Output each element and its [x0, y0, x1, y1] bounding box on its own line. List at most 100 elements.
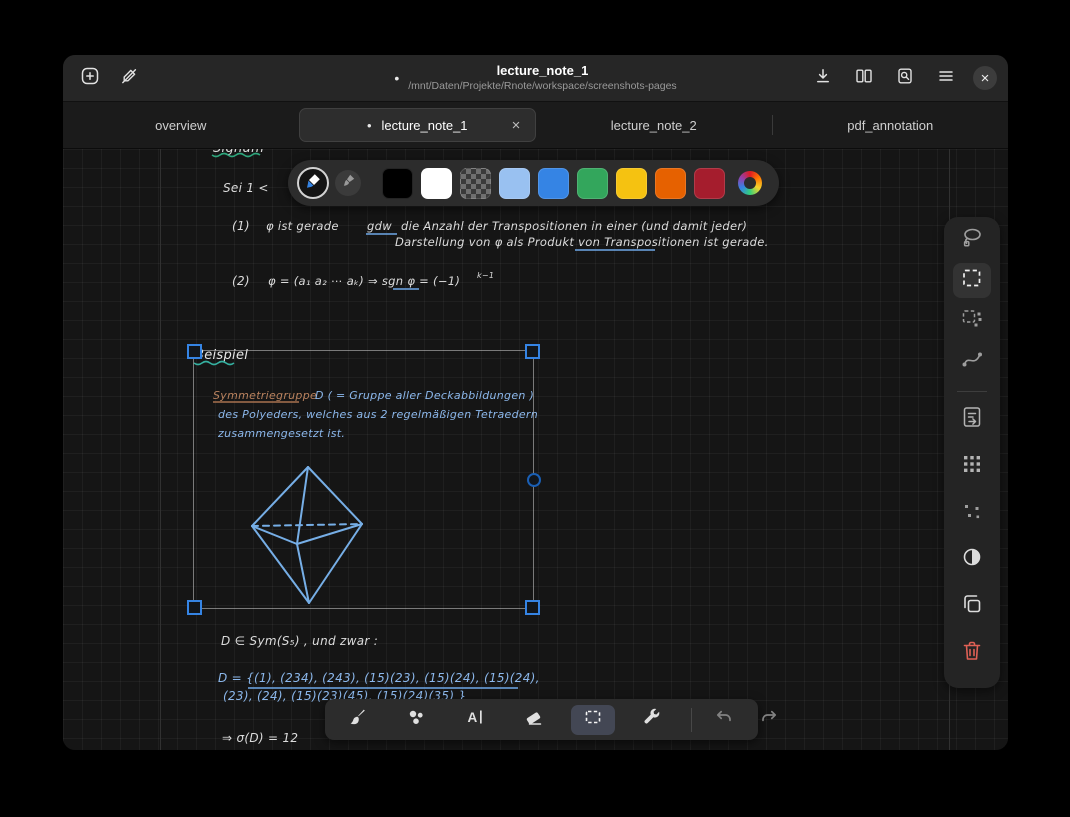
- invert-selection-colors-button[interactable]: [953, 543, 991, 578]
- sparse-dots-icon: [960, 499, 984, 528]
- hamburger-menu-icon: [937, 67, 955, 90]
- color-swatch-orange[interactable]: [655, 167, 686, 199]
- typewriter-icon: A: [465, 707, 485, 732]
- add-tab-icon: [81, 67, 99, 90]
- handwritten-note: Darstellung von φ als Produkt von Transp…: [395, 235, 769, 249]
- selector-tool-button[interactable]: [571, 704, 615, 735]
- shaper-tool-button[interactable]: [394, 705, 438, 735]
- titlebar-right-controls: ×: [809, 55, 997, 101]
- handwritten-note: Sei 1 <: [223, 181, 269, 195]
- handwritten-note: φ ist gerade: [266, 219, 339, 233]
- save-export-button[interactable]: [809, 64, 837, 92]
- color-swatch-light-blue[interactable]: [499, 167, 530, 199]
- shapes-dots-icon: [406, 707, 426, 732]
- invert-contrast-icon: [960, 545, 984, 574]
- tab-pdf-annotation[interactable]: pdf_annotation: [773, 102, 1009, 148]
- tools-tool-button[interactable]: [630, 705, 674, 735]
- selection-handle-bottom-right[interactable]: [525, 600, 540, 615]
- lasso-selector-button[interactable]: [953, 222, 991, 257]
- path-curve-icon: [960, 347, 984, 376]
- selection-tool-panel: [944, 217, 1000, 688]
- undo-button[interactable]: [709, 705, 739, 735]
- stroke-dots-icon: [960, 306, 984, 335]
- unsaved-changes-dot: •: [394, 70, 400, 86]
- pens-toolbar: A: [325, 699, 777, 740]
- tab-bar: overview • lecture_note_1 × lecture_note…: [63, 102, 1008, 149]
- tab-label: pdf_annotation: [847, 117, 934, 133]
- import-selection-button[interactable]: [953, 402, 991, 437]
- split-view-icon: [855, 67, 873, 90]
- color-swatch-red[interactable]: [694, 167, 725, 199]
- selector-dashed-rect-icon: [583, 707, 603, 732]
- new-tab-button[interactable]: [76, 64, 104, 92]
- color-swatch-white[interactable]: [421, 167, 452, 199]
- duplicate-icon: [960, 592, 984, 621]
- panel-divider: [957, 391, 987, 393]
- eraser-icon: [524, 707, 544, 732]
- drawing-canvas[interactable]: SignumSei 1 <(1)φ ist geradegdwdie Anzah…: [63, 149, 1008, 750]
- tab-label: overview: [155, 117, 207, 133]
- page-preview-icon: [896, 67, 914, 90]
- handwritten-note: (2): [232, 274, 250, 288]
- download-icon: [814, 67, 832, 90]
- color-swatch-yellow[interactable]: [616, 167, 647, 199]
- split-view-button[interactable]: [850, 64, 878, 92]
- stroke-color-button[interactable]: [297, 167, 329, 199]
- marker-pen-icon: [305, 172, 322, 194]
- wrench-icon: [642, 707, 662, 732]
- brush-icon: [341, 173, 356, 193]
- color-swatch-black[interactable]: [382, 167, 413, 199]
- pen-disabled-icon: [120, 67, 138, 90]
- tab-label: lecture_note_2: [610, 117, 697, 133]
- tab-close-button[interactable]: ×: [506, 115, 526, 135]
- selection-handle-bottom-left[interactable]: [187, 600, 202, 615]
- selection-box[interactable]: [187, 344, 541, 615]
- single-stroke-selector-button[interactable]: [953, 304, 991, 339]
- brush-pen-icon: [347, 707, 367, 732]
- tab-lecture-note-1[interactable]: • lecture_note_1 ×: [298, 108, 536, 142]
- color-swatch-blue[interactable]: [538, 167, 569, 199]
- intersecting-path-selector-button[interactable]: [953, 344, 991, 379]
- selection-handle-top-left[interactable]: [187, 344, 202, 359]
- document-path: /mnt/Daten/Projekte/Rnote/workspace/scre…: [408, 79, 677, 92]
- document-title: lecture_note_1: [496, 63, 589, 79]
- tab-overview[interactable]: overview: [63, 102, 299, 148]
- rectangle-selector-button[interactable]: [953, 262, 991, 298]
- color-toolbar: [288, 160, 779, 206]
- fill-color-button[interactable]: [335, 170, 361, 196]
- redo-button[interactable]: [754, 705, 784, 735]
- selection-rotate-handle[interactable]: [527, 472, 541, 487]
- color-swatch-row: [382, 167, 725, 199]
- dashed-rectangle-icon: [960, 266, 984, 295]
- brush-tool-button[interactable]: [335, 705, 379, 735]
- handwritten-note: D = {(1), (234), (243), (15)(23), (15)(2…: [218, 671, 540, 685]
- undo-icon: [714, 707, 734, 732]
- tab-lecture-note-2[interactable]: lecture_note_2: [536, 102, 772, 148]
- close-icon: ×: [980, 69, 990, 87]
- duplicate-selection-button[interactable]: [953, 589, 991, 624]
- page-preview-button[interactable]: [891, 64, 919, 92]
- svg-text:A: A: [468, 710, 478, 725]
- handwritten-note: gdw: [367, 219, 392, 233]
- toolbar-divider: [691, 707, 692, 732]
- handwritten-note: ⇒ σ(D) = 12: [222, 731, 298, 745]
- select-all-button[interactable]: [953, 449, 991, 484]
- color-swatch-transparent[interactable]: [460, 167, 491, 199]
- typewriter-tool-button[interactable]: A: [453, 705, 497, 735]
- window-close-button[interactable]: ×: [973, 66, 997, 90]
- color-swatch-green[interactable]: [577, 167, 608, 199]
- trash-icon: [960, 639, 984, 668]
- pen-lock-toggle-button[interactable]: [115, 64, 143, 92]
- main-menu-button[interactable]: [932, 64, 960, 92]
- handwritten-note: φ = (a₁ a₂ ⋯ aₖ) ⇒ sgn φ = (−1): [268, 274, 460, 288]
- handwritten-note: (1): [232, 219, 250, 233]
- selection-handle-top-right[interactable]: [525, 344, 540, 359]
- titlebar-left-controls: [76, 55, 143, 101]
- rnote-window: • lecture_note_1 /mnt/Daten/Projekte/Rno…: [63, 55, 1008, 750]
- delete-selection-button[interactable]: [953, 636, 991, 671]
- deselect-all-button[interactable]: [953, 496, 991, 531]
- eraser-tool-button[interactable]: [512, 705, 556, 735]
- handwritten-note: D ∈ Sym(S₅) , und zwar :: [221, 634, 378, 648]
- color-wheel-button[interactable]: [738, 171, 762, 195]
- import-page-icon: [960, 405, 984, 434]
